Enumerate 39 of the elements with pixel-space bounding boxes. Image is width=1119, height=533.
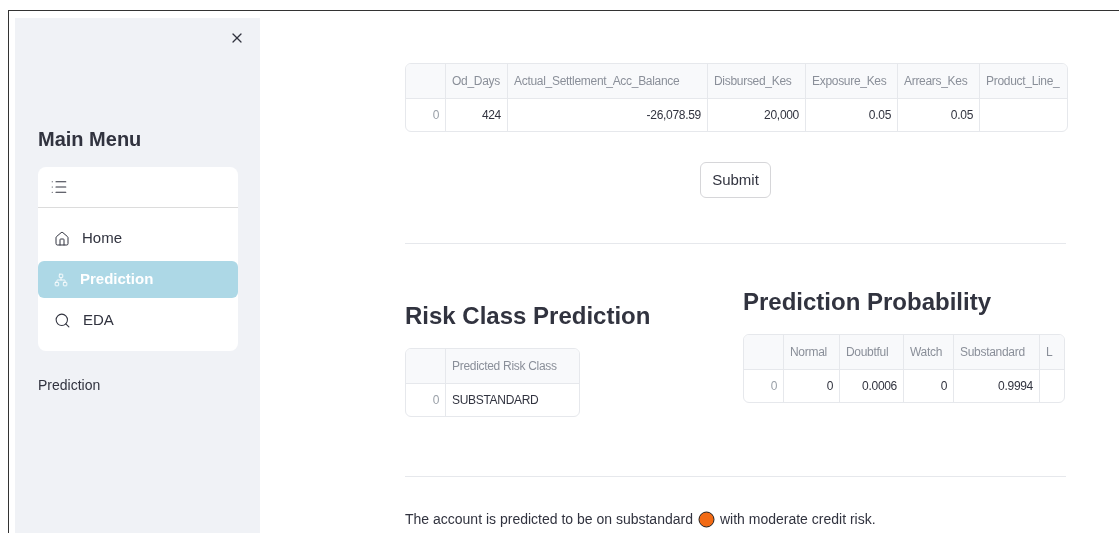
hierarchy-icon: [54, 272, 68, 287]
table-cell: 0: [784, 370, 840, 402]
table-cell: 0: [904, 370, 954, 402]
result-text: with moderate credit risk.: [719, 510, 876, 529]
table-cell: -26,078.59: [508, 99, 708, 131]
status-dot-icon: [697, 511, 715, 528]
list-icon: [50, 178, 68, 196]
column-header: Substandard: [954, 335, 1040, 369]
sidebar-title: Main Menu: [38, 127, 143, 152]
table-cell-text: SUBSTANDARD: [451, 392, 540, 409]
row-index: 0: [406, 99, 446, 131]
menu-item[interactable]: Home: [38, 220, 238, 257]
result-text: The account is predicted to be on substandard: [405, 510, 693, 529]
table-cell: 0.9994: [954, 370, 1040, 402]
table-cell: 0.05: [898, 99, 980, 131]
table-cell: 0.0006: [840, 370, 904, 402]
table-cell: 424: [446, 99, 508, 131]
column-header: Doubtful: [840, 335, 904, 369]
column-header: Exposure_Kes: [806, 64, 898, 98]
column-header: Arrears_Kes: [898, 64, 980, 98]
column-header: Predicted Risk Class: [451, 358, 558, 375]
column-header: Product_Line_: [985, 73, 1061, 90]
search-icon: [54, 312, 71, 329]
row-index: 0: [406, 384, 446, 416]
column-header: Actual_Settlement_Acc_Balance: [508, 64, 708, 98]
column-header: Disbursed_Kes: [708, 64, 806, 98]
column-header: Watch: [904, 335, 954, 369]
table-cell: 20,000: [708, 99, 806, 131]
menu-item[interactable]: EDA: [38, 302, 238, 339]
column-header: Normal: [784, 335, 840, 369]
submit-button[interactable]: Submit: [700, 162, 771, 198]
row-index: 0: [744, 370, 784, 402]
home-icon: [54, 230, 70, 247]
column-header: Od_Days: [446, 64, 508, 98]
section-heading: Prediction Probability: [743, 287, 993, 317]
table-cell: 0.05: [806, 99, 898, 131]
column-header: L: [1045, 344, 1054, 361]
section-heading: Risk Class Prediction: [405, 301, 652, 331]
page-label: Prediction: [38, 376, 102, 395]
